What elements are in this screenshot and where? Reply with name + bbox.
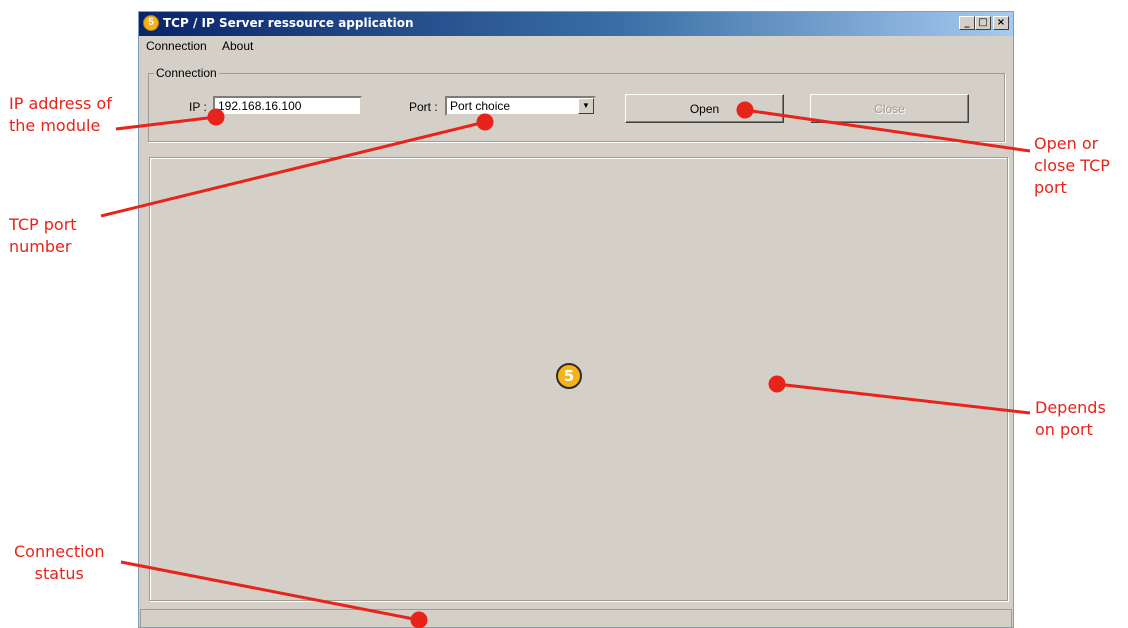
pointer-dot-open (736, 101, 754, 119)
pointer-dot-port (476, 113, 494, 131)
pointer-dot-depends (768, 375, 786, 393)
pointer-line-open (744, 108, 1031, 153)
pointer-line-status (120, 560, 420, 622)
pointer-dot-status (410, 611, 428, 628)
pointer-line-depends (776, 382, 1031, 415)
pointer-dot-ip (207, 108, 225, 126)
annotation-pointers (100, 101, 1031, 628)
pointer-line-ip (115, 115, 217, 131)
pointer-line-port (100, 120, 486, 218)
